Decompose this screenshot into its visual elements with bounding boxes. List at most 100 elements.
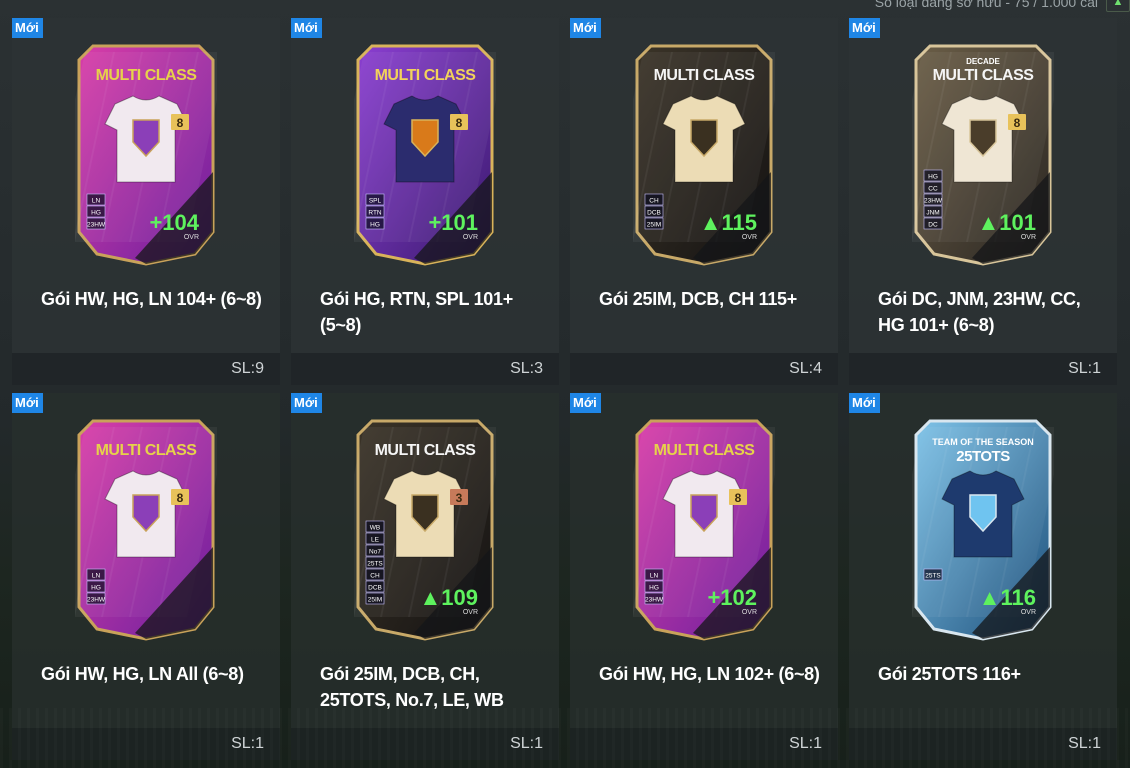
new-badge: Mới: [12, 393, 43, 413]
pack-tile[interactable]: Mới DECADE MULTI CLASS 8 HG CC 23HW JNM DC ▲101 OV…: [849, 18, 1117, 385]
card-tag: 25TS: [925, 573, 941, 580]
pack-name: Gói DC, JNM, 23HW, CC, HG 101+ (6~8): [878, 289, 1081, 335]
card-subtitle: TEAM OF THE SEASON: [932, 437, 1034, 447]
card-tag: CH: [370, 573, 380, 580]
card-tag: 23HW: [87, 597, 106, 604]
card-tag: DCB: [647, 210, 661, 217]
pack-quantity: SL:1: [849, 728, 1117, 760]
pack-name: Gói 25IM, DCB, CH 115+: [599, 289, 797, 309]
pack-card[interactable]: DECADE MULTI CLASS 8 HG CC 23HW JNM DC ▲101 OVR: [849, 18, 1117, 270]
new-badge: Mới: [570, 393, 601, 413]
card-ovr-label: OVR: [184, 234, 199, 241]
card-ovr-label: OVR: [463, 234, 478, 241]
card-tag: CC: [928, 186, 938, 193]
card-ovr-label: OVR: [463, 609, 478, 616]
card-level: 8: [735, 491, 742, 505]
pack-card-image: MULTI CLASS CH DCB 25IM ▲115OVR: [633, 44, 775, 266]
pack-name: Gói HW, HG, LN All (6~8): [41, 664, 244, 684]
pack-card-image: MULTI CLASS 3 WB LE No7 25TS CH DCB 25IM ▲109OVR: [354, 419, 496, 641]
card-tag: DC: [928, 222, 938, 229]
new-badge: Mới: [849, 18, 880, 38]
pack-card[interactable]: MULTI CLASS CH DCB 25IM ▲115 OVR: [570, 18, 838, 270]
card-ovr-label: OVR: [742, 609, 757, 616]
card-level: 8: [177, 491, 184, 505]
card-title: MULTI CLASS: [375, 67, 477, 84]
pack-card[interactable]: TEAM OF THE SEASON 25TOTS 25TS ▲116 OVR: [849, 393, 1117, 645]
card-tag: DCB: [368, 585, 382, 592]
pack-name: Gói 25IM, DCB, CH, 25TOTS, No.7, LE, WB: [320, 664, 504, 710]
pack-tile[interactable]: Mới MULTI CLASS CH DCB 25IM ▲115 OVR Gói 25IM, …: [570, 18, 838, 385]
pack-tile[interactable]: Mới TEAM OF THE SEASON 25TOTS 25TS ▲116 OVR Gó…: [849, 393, 1117, 760]
card-tag: 25IM: [368, 597, 382, 604]
pack-card[interactable]: MULTI CLASS 8 LN HG 23HW +104 OVR: [12, 18, 280, 270]
collection-summary: Số loại đang sở hữu - 75 / 1.000 cái ▲: [875, 0, 1130, 12]
pack-tile[interactable]: Mới MULTI CLASS 8 SPL RTN HG +101 OVR Gói HG, RT…: [291, 18, 559, 385]
pack-tile[interactable]: Mới MULTI CLASS 8 LN HG 23HW +104 OVR Gói HW, HG…: [12, 18, 280, 385]
collection-count-text: Số loại đang sở hữu - 75 / 1.000 cái: [874, 0, 1098, 10]
card-title: MULTI CLASS: [375, 442, 477, 459]
pack-card[interactable]: MULTI CLASS 8 LN HG 23HW: [12, 393, 280, 645]
card-tag: HG: [91, 210, 101, 217]
pack-card-image: MULTI CLASS 8 SPL RTN HG +101OVR: [354, 44, 496, 266]
pack-name: Gói HW, HG, LN 102+ (6~8): [599, 664, 820, 684]
pack-card-image: TEAM OF THE SEASON25TOTS 25TS ▲116OVR: [912, 419, 1054, 641]
new-badge: Mới: [291, 393, 322, 413]
card-tag: 25IM: [647, 222, 661, 229]
card-ovr-label: OVR: [742, 234, 757, 241]
pack-quantity: SL:1: [291, 728, 559, 760]
pack-card[interactable]: MULTI CLASS 8 LN HG 23HW +102 OVR: [570, 393, 838, 645]
card-ovr: ▲109: [420, 585, 478, 610]
pack-card-image: MULTI CLASS 8 LN HG 23HW +102OVR: [633, 419, 775, 641]
pack-quantity: SL:4: [570, 353, 838, 385]
pack-quantity: SL:1: [849, 353, 1117, 385]
pack-name: Gói 25TOTS 116+: [878, 664, 1021, 684]
card-level: 3: [456, 491, 463, 505]
pack-name: Gói HG, RTN, SPL 101+ (5~8): [320, 289, 513, 335]
new-badge: Mới: [12, 18, 43, 38]
pack-card[interactable]: MULTI CLASS 8 SPL RTN HG +101 OVR: [291, 18, 559, 270]
card-tag: CH: [649, 198, 659, 205]
pack-quantity: SL:1: [12, 728, 280, 760]
card-level: 8: [177, 116, 184, 130]
card-tag: 23HW: [87, 222, 106, 229]
card-title: MULTI CLASS: [96, 67, 198, 84]
card-tag: HG: [91, 585, 101, 592]
card-title: 25TOTS: [956, 448, 1010, 465]
card-level: 8: [456, 116, 463, 130]
card-ovr: ▲115: [700, 210, 757, 235]
new-badge: Mới: [849, 393, 880, 413]
card-level: 8: [1014, 116, 1021, 130]
pack-card-image: MULTI CLASS 8 LN HG 23HW +104OVR: [75, 44, 217, 266]
card-tag: LE: [371, 537, 380, 544]
pack-name: Gói HW, HG, LN 104+ (6~8): [41, 289, 262, 309]
card-tag: No7: [369, 549, 381, 556]
card-tag: RTN: [368, 210, 382, 217]
card-title: MULTI CLASS: [933, 67, 1035, 84]
pack-card-image: DECADEMULTI CLASS 8 HG CC 23HW JNM DC ▲101OVR: [912, 44, 1054, 266]
pack-quantity: SL:9: [12, 353, 280, 385]
card-ovr: ▲116: [979, 585, 1036, 610]
card-title: MULTI CLASS: [96, 442, 198, 459]
card-ovr: +101: [428, 210, 478, 235]
new-badge: Mới: [570, 18, 601, 38]
pack-card-image: MULTI CLASS 8 LN HG 23HW: [75, 419, 217, 641]
card-tag: LN: [92, 198, 101, 205]
card-title: MULTI CLASS: [654, 442, 756, 459]
card-ovr-label: OVR: [1021, 609, 1036, 616]
card-tag: LN: [650, 573, 659, 580]
pack-quantity: SL:3: [291, 353, 559, 385]
card-ovr: +104: [149, 210, 199, 235]
card-subtitle: DECADE: [966, 57, 1000, 66]
card-tag: 23HW: [645, 597, 664, 604]
pack-tile[interactable]: Mới MULTI CLASS 8 LN HG 23HW +102 OVR Gói HW, HG…: [570, 393, 838, 760]
pack-tile[interactable]: Mới MULTI CLASS 3 WB LE No7 25TS CH DCB 25IM ▲109 O…: [291, 393, 559, 760]
pack-tile[interactable]: Mới MULTI CLASS 8 LN HG 23HW Gói HW, HG, LN Al…: [12, 393, 280, 760]
card-ovr: +102: [707, 585, 757, 610]
pack-quantity: SL:1: [570, 728, 838, 760]
new-badge: Mới: [291, 18, 322, 38]
arrow-icon[interactable]: ▲: [1106, 0, 1130, 12]
card-tag: HG: [649, 585, 659, 592]
card-title: MULTI CLASS: [654, 67, 756, 84]
card-ovr: ▲101: [978, 210, 1036, 235]
pack-card[interactable]: MULTI CLASS 3 WB LE No7 25TS CH DCB 25IM ▲109 OVR: [291, 393, 559, 645]
